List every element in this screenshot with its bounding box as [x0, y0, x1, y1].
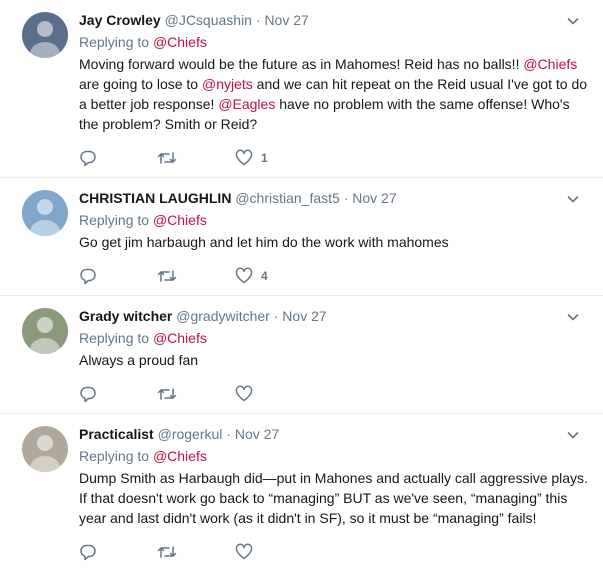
chevron-down-icon[interactable] — [567, 192, 579, 210]
heart-icon — [235, 543, 253, 561]
mention-link[interactable]: @Eagles — [218, 96, 275, 112]
text-segment: Always a proud fan — [79, 352, 199, 368]
like-button[interactable] — [235, 385, 313, 403]
mention-link[interactable]: @Chiefs — [523, 56, 577, 72]
tweet-actions — [79, 534, 591, 570]
retweet-icon — [157, 543, 177, 561]
reply-button[interactable] — [79, 385, 157, 403]
separator: · — [226, 426, 231, 442]
author-name[interactable]: CHRISTIAN LAUGHLIN — [79, 190, 231, 206]
tweet-actions — [79, 376, 591, 412]
timestamp[interactable]: Nov 27 — [352, 190, 396, 206]
retweet-button[interactable] — [157, 267, 235, 285]
replying-to: Replying to @Chiefs — [79, 328, 591, 348]
timestamp[interactable]: Nov 27 — [235, 426, 279, 442]
tweet[interactable]: Grady witcher @gradywitcher · Nov 27 Rep… — [0, 296, 603, 414]
like-button[interactable]: 4 — [235, 267, 313, 285]
retweet-icon — [157, 267, 177, 285]
reply-button[interactable] — [79, 149, 157, 167]
author-handle[interactable]: @gradywitcher — [176, 308, 270, 324]
mention-link[interactable]: @nyjets — [202, 76, 253, 92]
tweet-text: Always a proud fan — [79, 350, 591, 370]
tweet-header: CHRISTIAN LAUGHLIN @christian_fast5 · No… — [79, 188, 591, 208]
like-button[interactable] — [235, 543, 313, 561]
chevron-down-icon[interactable] — [567, 310, 579, 328]
timestamp[interactable]: Nov 27 — [282, 308, 326, 324]
tweet[interactable]: Practicalist @rogerkul · Nov 27 Replying… — [0, 414, 603, 564]
author-handle[interactable]: @JCsquashin — [165, 12, 252, 28]
reply-icon — [79, 385, 97, 403]
avatar[interactable] — [22, 426, 68, 472]
like-button[interactable]: 1 — [235, 149, 313, 167]
text-segment: are going to lose to — [79, 76, 202, 92]
tweet[interactable]: CHRISTIAN LAUGHLIN @christian_fast5 · No… — [0, 178, 603, 296]
heart-icon — [235, 267, 253, 285]
text-segment: Go get jim harbaugh and let him do the w… — [79, 234, 449, 250]
timestamp[interactable]: Nov 27 — [264, 12, 308, 28]
replying-to: Replying to @Chiefs — [79, 210, 591, 230]
author-name[interactable]: Practicalist — [79, 426, 154, 442]
tweet-header: Practicalist @rogerkul · Nov 27 — [79, 424, 591, 444]
text-segment: Moving forward would be the future as in… — [79, 56, 524, 72]
author-name[interactable]: Grady witcher — [79, 308, 172, 324]
avatar[interactable] — [22, 308, 68, 354]
replying-to-link[interactable]: @Chiefs — [153, 448, 207, 464]
tweet[interactable]: Jay Crowley @JCsquashin · Nov 27 Replyin… — [0, 0, 603, 178]
reply-timeline: Jay Crowley @JCsquashin · Nov 27 Replyin… — [0, 0, 603, 564]
reply-icon — [79, 543, 97, 561]
author-handle[interactable]: @rogerkul — [158, 426, 223, 442]
replying-to-link[interactable]: @Chiefs — [153, 212, 207, 228]
separator: · — [255, 12, 261, 28]
replying-to-link[interactable]: @Chiefs — [153, 34, 207, 50]
retweet-button[interactable] — [157, 149, 235, 167]
tweet-actions: 4 — [79, 258, 591, 294]
retweet-button[interactable] — [157, 543, 235, 561]
retweet-icon — [157, 385, 177, 403]
replying-to: Replying to @Chiefs — [79, 446, 591, 466]
replying-to-link[interactable]: @Chiefs — [153, 330, 207, 346]
reply-button[interactable] — [79, 543, 157, 561]
avatar[interactable] — [22, 12, 68, 58]
text-segment: Dump Smith as Harbaugh did—put in Mahone… — [79, 470, 588, 526]
replying-to-label: Replying to — [79, 34, 153, 50]
author-handle[interactable]: @christian_fast5 — [235, 190, 339, 206]
separator: · — [273, 308, 279, 324]
like-count: 1 — [261, 151, 268, 165]
author-name[interactable]: Jay Crowley — [79, 12, 161, 28]
reply-icon — [79, 267, 97, 285]
tweet-header: Grady witcher @gradywitcher · Nov 27 — [79, 306, 591, 326]
separator: · — [343, 190, 349, 206]
avatar[interactable] — [22, 190, 68, 236]
tweet-text: Dump Smith as Harbaugh did—put in Mahone… — [79, 468, 591, 528]
tweet-actions: 1 — [79, 140, 591, 176]
chevron-down-icon[interactable] — [567, 14, 579, 32]
retweet-icon — [157, 149, 177, 167]
tweet-text: Go get jim harbaugh and let him do the w… — [79, 232, 591, 252]
like-count: 4 — [261, 269, 268, 283]
heart-icon — [235, 149, 253, 167]
tweet-header: Jay Crowley @JCsquashin · Nov 27 — [79, 10, 591, 30]
replying-to-label: Replying to — [79, 448, 153, 464]
chevron-down-icon[interactable] — [567, 428, 579, 446]
reply-button[interactable] — [79, 267, 157, 285]
tweet-text: Moving forward would be the future as in… — [79, 54, 591, 134]
heart-icon — [235, 385, 253, 403]
reply-icon — [79, 149, 97, 167]
replying-to-label: Replying to — [79, 212, 153, 228]
replying-to: Replying to @Chiefs — [79, 32, 591, 52]
replying-to-label: Replying to — [79, 330, 153, 346]
retweet-button[interactable] — [157, 385, 235, 403]
